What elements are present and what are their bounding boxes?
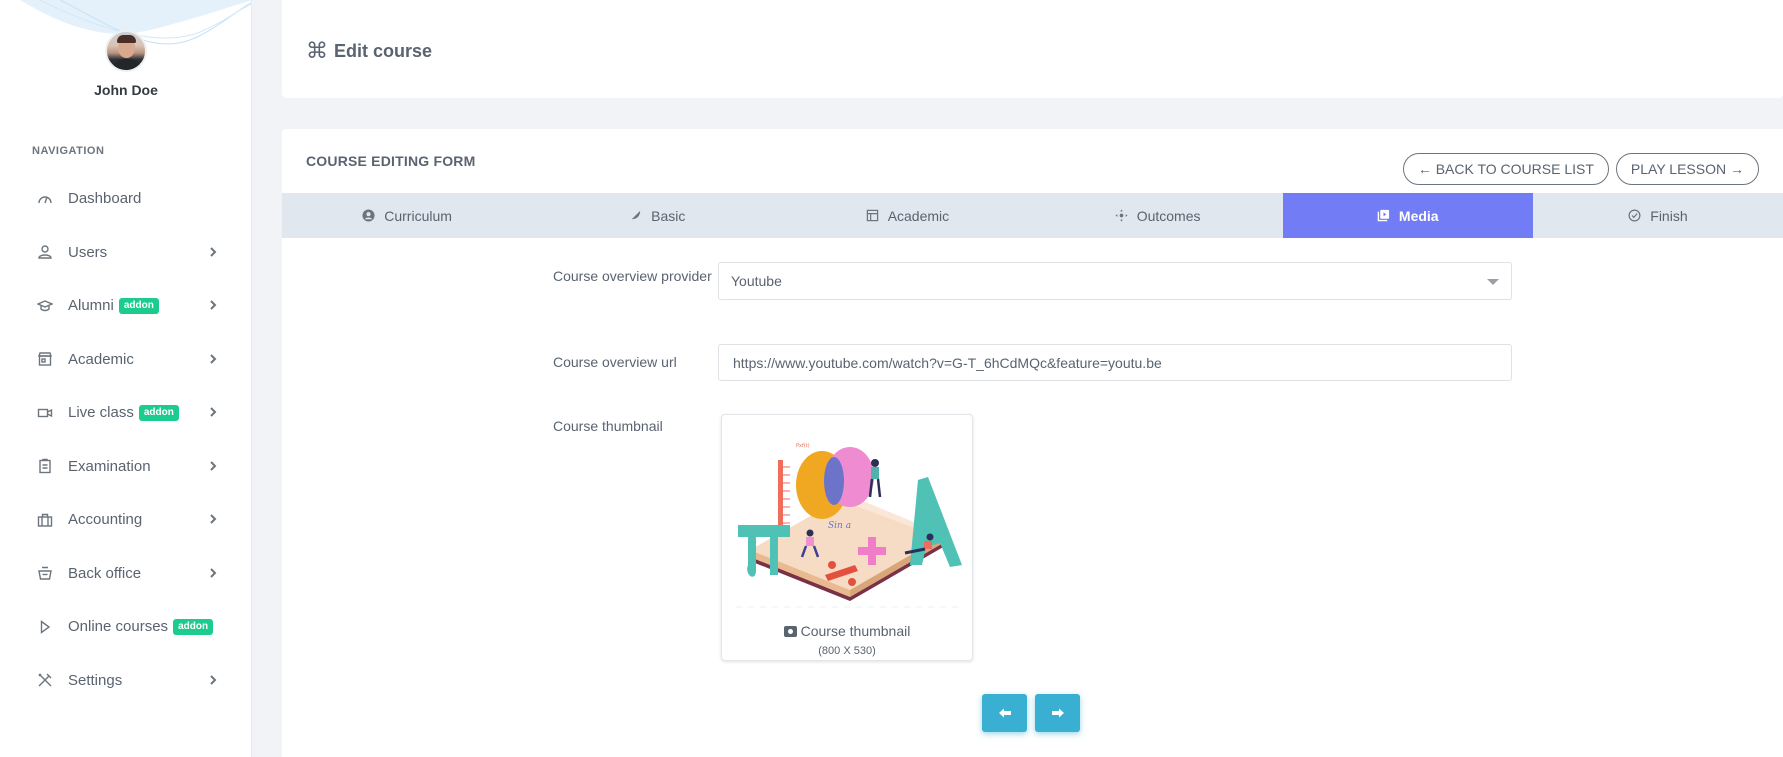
sidebar-item-label: Accounting	[68, 511, 143, 529]
tab-label: Academic	[887, 207, 950, 224]
thumbnail-size: (800 X 530)	[818, 645, 876, 657]
thumbnail-caption: Course thumbnail	[722, 623, 972, 639]
chevron-right-icon	[208, 352, 218, 367]
sidebar-item-online-courses[interactable]: Online courses addon	[0, 600, 251, 654]
sidebar-item-label: Online courses	[68, 618, 169, 636]
sidebar-item-label: Academic	[68, 350, 134, 368]
wizard-nav	[982, 694, 1080, 732]
tab-finish[interactable]: Finish	[1533, 193, 1783, 238]
command-icon: ⌘	[306, 38, 328, 63]
provider-label: Course overview provider	[553, 268, 712, 284]
sidebar-item-label: Live class	[68, 404, 134, 422]
back-to-course-list-button[interactable]: ← BACK TO COURSE LIST	[1402, 153, 1609, 185]
page-header: ⌘ Edit course	[282, 0, 1783, 98]
url-label: Course overview url	[553, 354, 677, 370]
card-actions: ← BACK TO COURSE LIST PLAY LESSON →	[1402, 153, 1759, 185]
tools-icon	[36, 671, 54, 689]
sidebar-item-academic[interactable]: Academic	[0, 333, 251, 387]
next-button[interactable]	[1035, 694, 1080, 732]
sidebar-item-label: Dashboard	[68, 190, 142, 208]
sidebar-item-examination[interactable]: Examination	[0, 440, 251, 494]
tab-label: Curriculum	[384, 207, 452, 224]
sidebar-item-label: Examination	[68, 457, 151, 475]
feather-icon	[629, 209, 642, 222]
chevron-right-icon	[208, 512, 218, 527]
graduation-cap-icon	[36, 297, 54, 315]
chevron-right-icon	[208, 298, 218, 313]
tab-curriculum[interactable]: Curriculum	[282, 193, 532, 238]
nav-section-title: NAVIGATION	[32, 145, 105, 157]
tab-label: Media	[1398, 207, 1439, 224]
chevron-right-icon	[208, 405, 218, 420]
sidebar-item-label: Back office	[68, 564, 142, 582]
avatar[interactable]	[105, 30, 147, 72]
school-building-icon	[36, 350, 54, 368]
arrow-right-icon	[1051, 708, 1064, 718]
chevron-right-icon	[208, 673, 218, 688]
video-library-icon	[1377, 209, 1390, 222]
thumbnail-upload[interactable]: Sin a Pxf(t) Course thumbnail (800 X 530…	[721, 414, 973, 661]
thumbnail-row: Course thumbnail Sin a Pxf(t) Course thu…	[553, 414, 973, 661]
user-name: John Doe	[94, 82, 158, 98]
overview-url-input[interactable]	[718, 344, 1512, 381]
basket-icon	[36, 564, 54, 582]
gauge-icon	[36, 190, 54, 208]
page-title-text: Edit course	[334, 40, 433, 61]
svg-text:Sin a: Sin a	[828, 521, 851, 531]
course-editing-card: COURSE EDITING FORM ← BACK TO COURSE LIS…	[282, 129, 1783, 757]
page-title: ⌘ Edit course	[306, 38, 432, 64]
play-lesson-button[interactable]: PLAY LESSON →	[1615, 153, 1759, 185]
tab-outcomes[interactable]: Outcomes	[1033, 193, 1283, 238]
card-title: COURSE EDITING FORM	[306, 153, 476, 169]
sidebar-item-label: Users	[68, 243, 108, 261]
user-profile: John Doe	[0, 30, 251, 98]
thumbnail-label: Course thumbnail	[553, 418, 663, 434]
sidebar-item-accounting[interactable]: Accounting	[0, 493, 251, 547]
previous-button[interactable]	[982, 694, 1027, 732]
video-camera-icon	[36, 404, 54, 422]
tab-label: Outcomes	[1136, 207, 1201, 224]
provider-select[interactable]: Youtube	[718, 262, 1512, 300]
calendar-icon	[866, 209, 879, 222]
caret-down-icon	[1487, 279, 1499, 285]
sidebar-item-back-office[interactable]: Back office	[0, 547, 251, 601]
tab-media[interactable]: Media	[1282, 193, 1533, 238]
sidebar-item-label: Settings	[68, 671, 123, 689]
addon-badge: addon	[138, 404, 179, 421]
form-tabs: Curriculum Basic Academic Outcomes Media…	[282, 193, 1783, 238]
briefcase-icon	[36, 511, 54, 529]
sidebar-item-alumni[interactable]: Alumni addon	[0, 279, 251, 333]
arrow-left-icon	[998, 708, 1011, 718]
svg-text:Pxf(t): Pxf(t)	[796, 443, 810, 449]
addon-badge: addon	[173, 618, 214, 635]
chevron-right-icon	[208, 459, 218, 474]
sidebar-item-live-class[interactable]: Live class addon	[0, 386, 251, 440]
tab-basic[interactable]: Basic	[532, 193, 782, 238]
sidebar-item-dashboard[interactable]: Dashboard	[0, 172, 251, 226]
check-circle-icon	[1628, 209, 1641, 222]
provider-row: Course overview provider Youtube	[553, 262, 1512, 300]
tab-label: Finish	[1650, 207, 1688, 224]
sidebar-item-label: Alumni	[68, 297, 114, 315]
sidebar: John Doe NAVIGATION Dashboard Users Alum…	[0, 0, 252, 757]
sidebar-item-users[interactable]: Users	[0, 226, 251, 280]
chevron-right-icon	[208, 245, 218, 260]
provider-selected-value: Youtube	[731, 273, 782, 289]
play-icon	[36, 618, 54, 636]
chevron-right-icon	[208, 566, 218, 581]
addon-badge: addon	[118, 297, 159, 314]
camera-icon	[783, 626, 797, 637]
url-row: Course overview url	[553, 344, 1512, 381]
thumbnail-image: Sin a Pxf(t)	[736, 443, 962, 608]
tab-academic[interactable]: Academic	[782, 193, 1032, 238]
user-icon	[36, 243, 54, 261]
sidebar-item-settings[interactable]: Settings	[0, 654, 251, 708]
thumbnail-caption-text: Course thumbnail	[800, 623, 911, 639]
move-icon	[1115, 209, 1128, 222]
tab-label: Basic	[651, 207, 686, 224]
sidebar-nav: Dashboard Users Alumni addon Academic Li…	[0, 172, 251, 708]
clipboard-icon	[36, 457, 54, 475]
user-circle-icon	[362, 209, 375, 222]
